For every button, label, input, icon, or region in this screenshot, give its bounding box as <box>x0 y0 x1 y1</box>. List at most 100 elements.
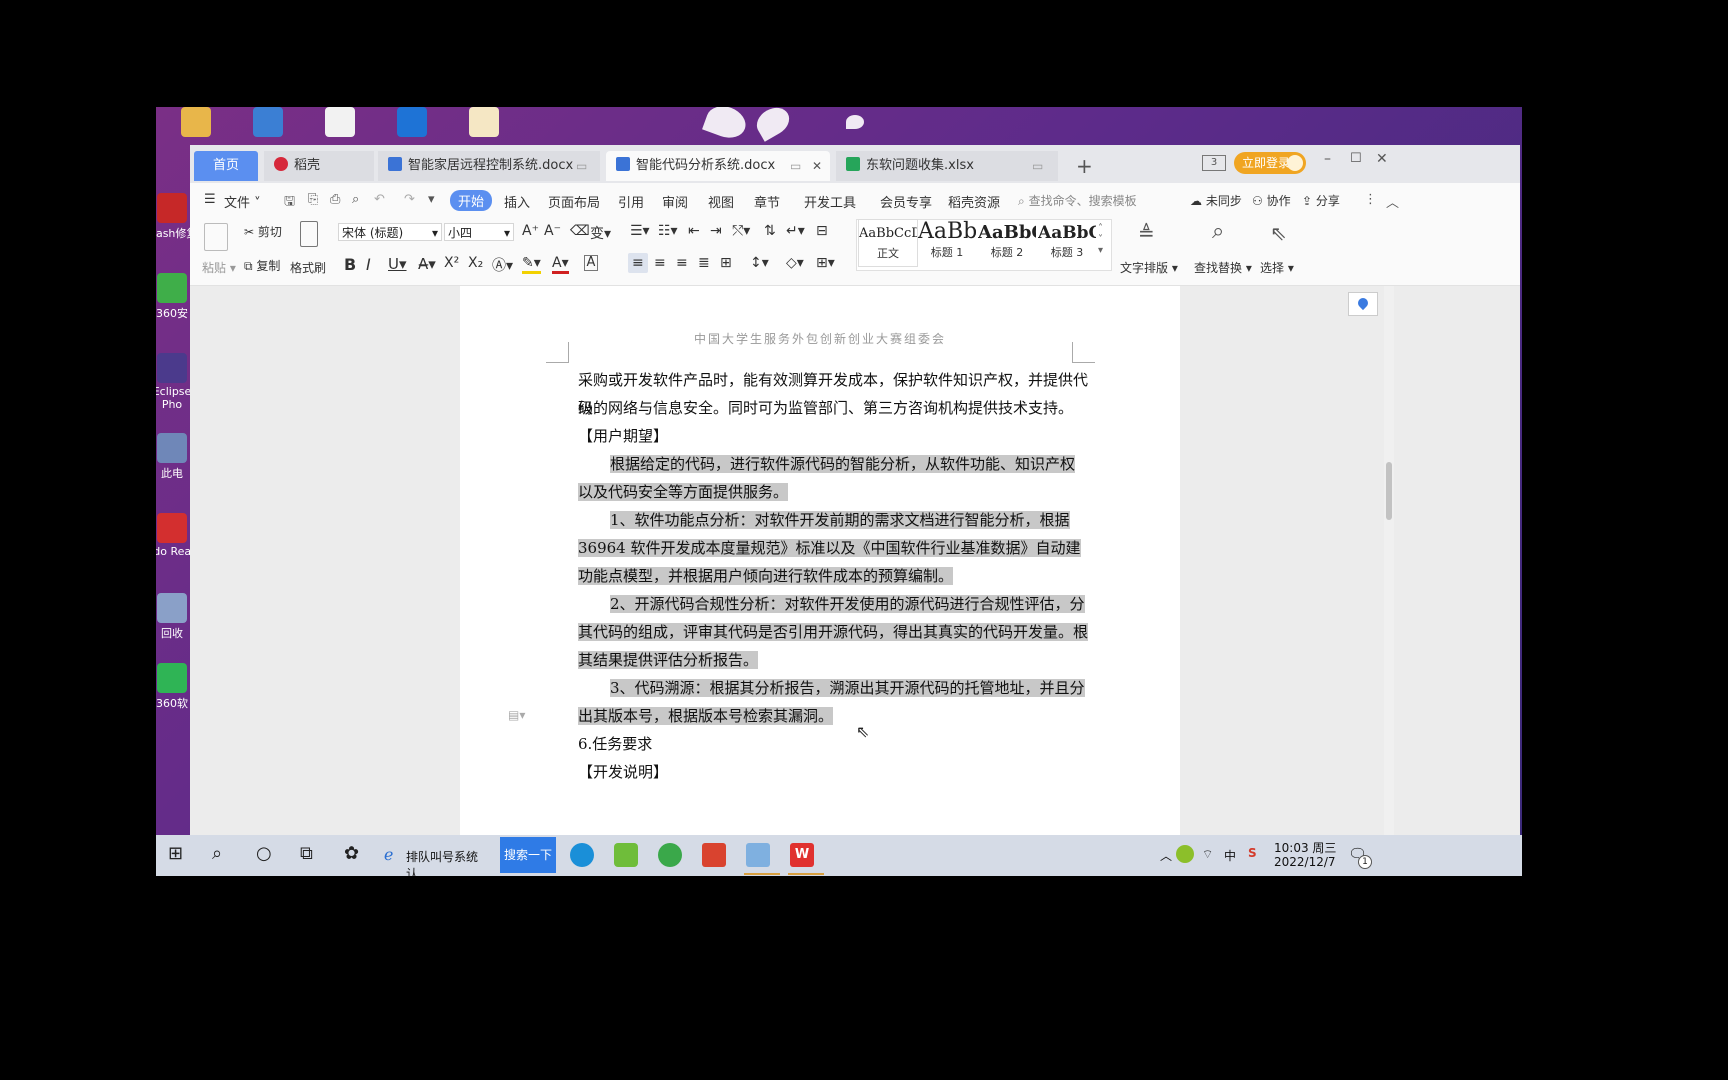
collapse-ribbon-icon[interactable]: ︿ <box>1386 192 1399 211</box>
font-name-select[interactable]: 宋体 (标题) ▾ <box>338 223 442 241</box>
font-size-select[interactable]: 小四 ▾ <box>444 223 514 241</box>
location-pin-button[interactable] <box>1348 292 1378 316</box>
chinese-layout-icon[interactable]: ⤲▾ <box>732 223 750 239</box>
text-layout-icon[interactable]: ≜ <box>1138 221 1155 245</box>
underline-icon[interactable]: U▾ <box>388 255 407 273</box>
clear-format-icon[interactable]: ⌫ <box>570 223 590 239</box>
wps-icon[interactable]: W <box>790 843 814 867</box>
paragraph-options-icon[interactable]: ▤▾ <box>508 708 525 722</box>
tab-references[interactable]: 引用 <box>618 192 644 211</box>
format-painter-icon[interactable] <box>300 221 318 247</box>
tab-xlsx[interactable]: 东软问题收集.xlsx ▭ <box>836 151 1058 181</box>
hamburger-icon[interactable]: ☰ <box>204 192 216 207</box>
app-green-browser-icon[interactable] <box>658 843 682 867</box>
tab-developer[interactable]: 开发工具 <box>804 192 856 211</box>
italic-icon[interactable]: I <box>366 255 371 274</box>
cut-button[interactable]: ✂ 剪切 <box>244 223 282 240</box>
network-icon[interactable]: ⌔ <box>1202 847 1213 862</box>
print-icon[interactable]: ⎙ <box>330 192 340 207</box>
redo-icon[interactable]: ↷ <box>404 192 415 207</box>
more-icon[interactable]: ⋮ <box>1364 192 1377 207</box>
shading-icon[interactable]: ◇▾ <box>786 255 804 271</box>
styles-scroll-icon[interactable]: ˄ ˅ ▾ <box>1098 223 1103 256</box>
login-button[interactable]: 立即登录 <box>1234 152 1306 174</box>
numbered-list-icon[interactable]: ☷▾ <box>658 223 678 239</box>
search-icon[interactable]: ⌕ <box>212 843 236 867</box>
desktop-app-icon[interactable] <box>382 107 442 139</box>
share-button[interactable]: ⇪ 分享 <box>1302 192 1340 209</box>
tab-sync-icon[interactable]: ▭ <box>1032 151 1043 181</box>
strikethrough-icon[interactable]: A̶▾ <box>418 255 436 273</box>
subscript-icon[interactable]: X₂ <box>468 255 483 271</box>
ime-indicator[interactable]: 中 <box>1224 847 1236 864</box>
distribute-icon[interactable]: ⊞ <box>720 255 732 271</box>
tab-sync-icon[interactable]: ▭ <box>790 151 801 181</box>
font-color-icon[interactable]: A▾ <box>552 255 569 274</box>
tab-sync-icon[interactable]: ▭ <box>576 151 587 181</box>
paste-button[interactable]: 粘贴 ▾ <box>202 259 236 276</box>
show-marks-icon[interactable]: ↵▾ <box>786 223 805 239</box>
task-view-icon[interactable]: ⧉ <box>300 843 324 867</box>
cursor-icon[interactable]: ⇖ <box>1270 221 1287 245</box>
tab-daoke[interactable]: 稻壳 <box>264 151 374 181</box>
tab-page-layout[interactable]: 页面布局 <box>548 192 600 211</box>
tab-doc-code-analysis[interactable]: 智能代码分析系统.docx ▭ ✕ <box>606 151 830 181</box>
export-pdf-icon[interactable]: ⎘ <box>308 192 318 207</box>
shrink-font-icon[interactable]: A⁻ <box>544 223 561 239</box>
save-icon[interactable]: 🖫 <box>284 192 295 214</box>
borders-icon[interactable]: ⊞▾ <box>816 255 835 271</box>
style-heading-2[interactable]: AaBbC 标题 2 <box>978 219 1036 265</box>
tray-360-icon[interactable] <box>1176 845 1194 863</box>
taskbar-ie-item[interactable]: ℯ 排队叫号系统认... <box>378 839 496 876</box>
app-green-icon[interactable] <box>614 843 638 867</box>
char-border-icon[interactable]: A <box>584 255 598 271</box>
sogou-icon[interactable]: S <box>1248 846 1257 860</box>
vertical-scrollbar[interactable] <box>1384 286 1394 835</box>
app-icon[interactable]: ✿ <box>344 843 368 867</box>
tray-expand-icon[interactable]: ︿ <box>1160 847 1172 864</box>
sync-status[interactable]: ☁ 未同步 <box>1190 192 1242 209</box>
tab-home[interactable]: 首页 <box>194 151 258 181</box>
find-replace-button[interactable]: 查找替换 ▾ <box>1194 259 1252 276</box>
style-normal[interactable]: AaBbCcDd 正文 <box>858 219 918 267</box>
align-right-icon[interactable]: ≡ <box>676 255 688 271</box>
close-button[interactable]: ✕ <box>1376 151 1388 167</box>
bullet-list-icon[interactable]: ☰▾ <box>630 223 650 239</box>
tab-member[interactable]: 会员专享 <box>880 192 932 211</box>
scrollbar-thumb[interactable] <box>1386 462 1392 520</box>
increase-indent-icon[interactable]: ⇥ <box>710 223 722 239</box>
search-once-button[interactable]: 搜索一下 <box>500 837 556 873</box>
maximize-button[interactable]: ☐ <box>1350 151 1362 166</box>
document-page[interactable]: 中国大学生服务外包创新创业大赛组委会 采购或开发软件产品时，能有效测算开发成本，… <box>460 286 1180 835</box>
copy-button[interactable]: ⧉ 复制 <box>244 257 280 274</box>
desktop-folder-icon[interactable] <box>166 107 226 139</box>
command-search[interactable]: ⌕ 查找命令、搜索模板 <box>1018 192 1137 209</box>
style-heading-3[interactable]: AaBbC 标题 3 <box>1038 219 1096 265</box>
collab-button[interactable]: ⚇ 协作 <box>1252 192 1291 209</box>
tab-doc-smart-home[interactable]: 智能家居远程控制系统.docx ▭ <box>378 151 600 181</box>
minimize-button[interactable]: – <box>1324 151 1331 167</box>
new-tab-button[interactable]: + <box>1066 151 1096 181</box>
view-mode-icon[interactable]: 3 <box>1202 155 1226 171</box>
undo-icon[interactable]: ↶ <box>374 192 385 207</box>
text-effect-icon[interactable]: Ⓐ▾ <box>492 255 513 275</box>
line-spacing-icon[interactable]: ↕▾ <box>750 255 769 271</box>
decrease-indent-icon[interactable]: ⇤ <box>688 223 700 239</box>
app-blue-icon[interactable] <box>746 843 770 867</box>
clock-time[interactable]: 10:03 周三 <box>1274 839 1336 856</box>
bold-icon[interactable]: B <box>344 255 356 274</box>
style-heading-1[interactable]: AaBb 标题 1 <box>918 219 976 265</box>
sort-icon[interactable]: ⇅ <box>764 223 776 239</box>
format-painter-button[interactable]: 格式刷 <box>290 259 326 276</box>
print-preview-icon[interactable]: ⌕ <box>352 192 359 207</box>
superscript-icon[interactable]: X² <box>444 255 459 271</box>
grow-font-icon[interactable]: A⁺ <box>522 223 539 239</box>
highlight-icon[interactable]: ✎▾ <box>522 255 541 274</box>
customize-toolbar-icon[interactable]: ▾ <box>428 192 435 207</box>
file-menu[interactable]: 文件 ˅ <box>224 192 261 211</box>
select-button[interactable]: 选择 ▾ <box>1260 259 1294 276</box>
paste-icon[interactable] <box>204 223 228 251</box>
tab-insert[interactable]: 插入 <box>504 192 530 211</box>
clock-date[interactable]: 2022/12/7 <box>1274 855 1336 869</box>
tab-close-icon[interactable]: ✕ <box>812 151 822 181</box>
